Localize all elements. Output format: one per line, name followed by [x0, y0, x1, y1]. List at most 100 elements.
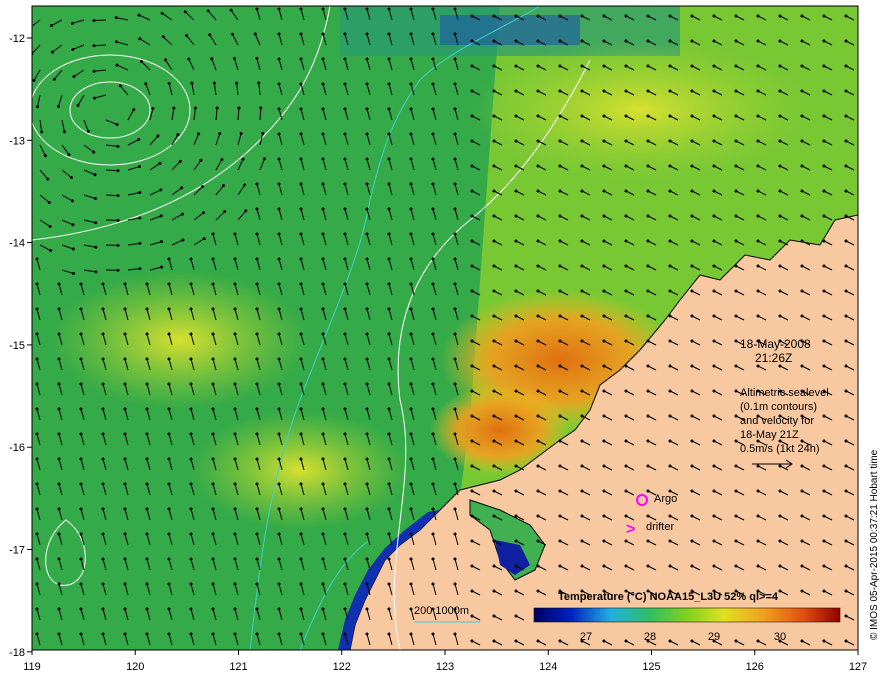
velocity-arrowhead — [233, 457, 237, 461]
velocity-arrowhead — [145, 332, 149, 336]
velocity-arrowhead — [822, 514, 826, 518]
velocity-arrowhead — [431, 407, 435, 411]
velocity-arrowhead — [514, 164, 518, 168]
velocity-arrowhead — [536, 489, 540, 493]
velocity-arrowhead — [79, 532, 83, 536]
velocity-arrowhead — [277, 482, 281, 486]
velocity-arrowhead — [514, 589, 518, 593]
velocity-arrowhead — [778, 164, 782, 168]
velocity-arrowhead — [690, 389, 694, 393]
velocity-arrowhead — [844, 389, 848, 393]
velocity-arrowhead — [299, 532, 303, 536]
velocity-arrowhead — [115, 63, 119, 67]
velocity-arrowhead — [492, 539, 496, 543]
velocity-arrowhead — [255, 407, 259, 411]
velocity-arrowhead — [624, 39, 628, 43]
velocity-arrowhead — [57, 457, 61, 461]
velocity-arrowhead — [492, 614, 496, 618]
velocity-arrowhead — [387, 532, 391, 536]
velocity-arrowhead — [453, 132, 457, 136]
colorbar — [533, 607, 841, 623]
velocity-arrowhead — [197, 132, 201, 136]
velocity-arrowhead — [178, 159, 182, 163]
velocity-arrowhead — [514, 189, 518, 193]
velocity-arrowhead — [211, 357, 215, 361]
velocity-arrowhead — [237, 106, 241, 110]
velocity-arrowhead — [223, 210, 227, 214]
velocity-arrowhead — [800, 89, 804, 93]
velocity-arrowhead — [189, 457, 193, 461]
velocity-arrowhead — [470, 64, 474, 68]
velocity-arrowhead — [492, 439, 496, 443]
velocity-arrowhead — [778, 489, 782, 493]
velocity-arrowhead — [602, 14, 606, 18]
velocity-arrowhead — [822, 164, 826, 168]
velocity-arrowhead — [233, 532, 237, 536]
velocity-arrowhead — [453, 307, 457, 311]
velocity-arrowhead — [470, 289, 474, 293]
velocity-arrowhead — [116, 218, 120, 222]
velocity-arrowhead — [321, 307, 325, 311]
velocity-arrowhead — [431, 532, 435, 536]
velocity-arrowhead — [202, 237, 206, 241]
velocity-arrowhead — [690, 164, 694, 168]
velocity-arrowhead — [822, 139, 826, 143]
colorbar-tick-label: 27 — [580, 631, 592, 643]
velocity-arrowhead — [646, 414, 650, 418]
velocity-arrowhead — [202, 211, 206, 215]
velocity-arrowhead — [167, 81, 171, 85]
warm-patch-north — [470, 40, 810, 180]
velocity-arrowhead — [492, 289, 496, 293]
velocity-arrowhead — [756, 89, 760, 93]
velocity-arrowhead — [116, 169, 120, 173]
velocity-arrowhead — [470, 339, 474, 343]
velocity-arrowhead — [580, 364, 584, 368]
velocity-arrowhead — [690, 89, 694, 93]
velocity-arrowhead — [123, 607, 127, 611]
velocity-arrowhead — [123, 382, 127, 386]
velocity-arrowhead — [321, 107, 325, 111]
velocity-arrowhead — [190, 81, 194, 85]
velocity-arrowhead — [800, 514, 804, 518]
velocity-arrowhead — [145, 507, 149, 511]
velocity-arrowhead — [145, 357, 149, 361]
velocity-arrowhead — [343, 557, 347, 561]
velocity-arrowhead — [172, 106, 176, 110]
velocity-arrowhead — [734, 639, 738, 643]
velocity-arrowhead — [167, 582, 171, 586]
velocity-arrowhead — [145, 457, 149, 461]
velocity-arrowhead — [536, 164, 540, 168]
velocity-arrowhead — [514, 564, 518, 568]
velocity-arrowhead — [243, 183, 247, 187]
velocity-arrowhead — [387, 182, 391, 186]
velocity-arrowhead — [365, 407, 369, 411]
velocity-arrowhead — [756, 14, 760, 18]
velocity-arrowhead — [365, 382, 369, 386]
velocity-arrowhead — [756, 489, 760, 493]
velocity-arrowhead — [668, 164, 672, 168]
velocity-arrowhead — [470, 39, 474, 43]
velocity-arrowhead — [712, 214, 716, 218]
velocity-arrowhead — [409, 207, 413, 211]
velocity-arrowhead — [167, 482, 171, 486]
velocity-arrowhead — [193, 106, 197, 110]
velocity-arrowhead — [43, 154, 47, 158]
velocity-arrowhead — [57, 632, 61, 636]
velocity-arrowhead — [116, 268, 120, 272]
velocity-arrowhead — [822, 39, 826, 43]
velocity-arrowhead — [365, 357, 369, 361]
velocity-arrowhead — [690, 139, 694, 143]
velocity-arrowhead — [602, 139, 606, 143]
velocity-arrowhead — [123, 557, 127, 561]
velocity-arrowhead — [233, 482, 237, 486]
velocity-arrowhead — [558, 139, 562, 143]
velocity-arrowhead — [387, 332, 391, 336]
velocity-arrowhead — [92, 19, 96, 23]
velocity-arrowhead — [536, 14, 540, 18]
velocity-arrowhead — [343, 107, 347, 111]
velocity-arrowhead — [163, 58, 167, 62]
velocity-arrowhead — [668, 214, 672, 218]
velocity-arrowhead — [492, 314, 496, 318]
velocity-arrowhead — [668, 39, 672, 43]
velocity-arrowhead — [299, 607, 303, 611]
